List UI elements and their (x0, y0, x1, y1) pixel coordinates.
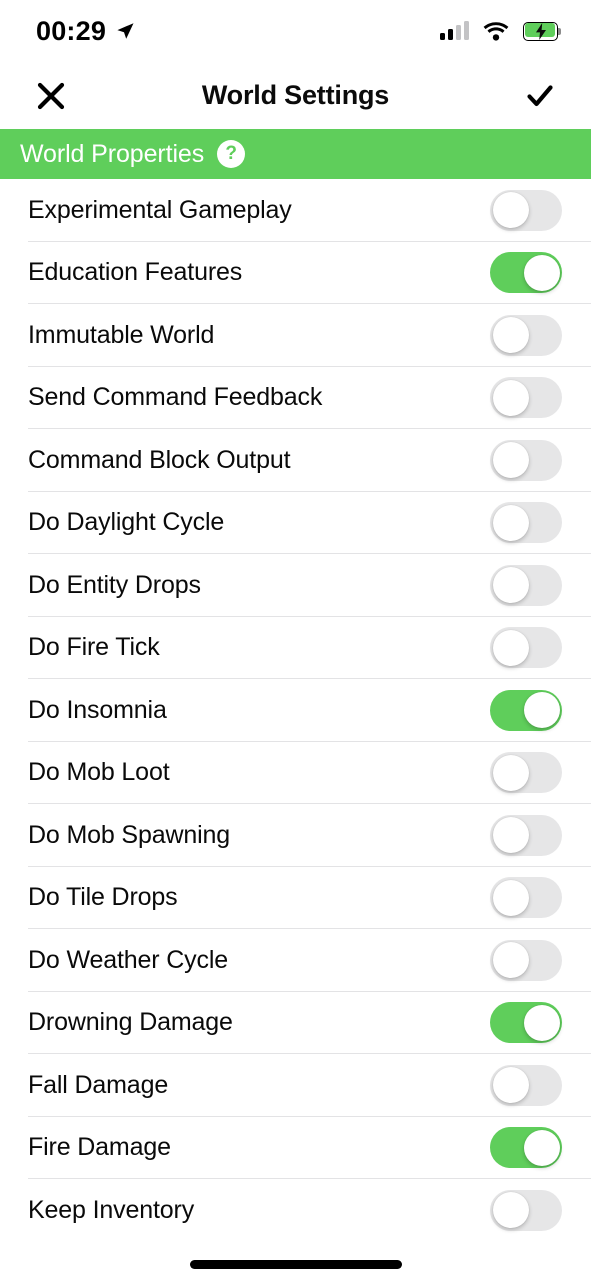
close-icon (37, 82, 65, 109)
settings-toggle[interactable] (490, 877, 562, 919)
section-header-world-properties: World Properties ? (0, 129, 591, 179)
status-bar: 00:29 (0, 0, 591, 62)
settings-row-label: Keep Inventory (28, 1195, 195, 1224)
settings-toggle[interactable] (490, 1127, 562, 1169)
status-bar-left: 00:29 (36, 16, 135, 47)
wifi-icon (483, 21, 509, 41)
settings-row-label: Do Daylight Cycle (28, 508, 225, 537)
settings-row-label: Do Entity Drops (28, 570, 201, 599)
home-indicator[interactable] (189, 1260, 402, 1269)
settings-toggle[interactable] (490, 377, 562, 419)
settings-row-label: Do Insomnia (28, 695, 167, 724)
toggle-knob (523, 1004, 560, 1041)
settings-row-label: Do Weather Cycle (28, 945, 228, 974)
settings-row[interactable]: Do Fire Tick (0, 616, 591, 679)
status-bar-right (440, 21, 561, 41)
toggle-knob (492, 379, 529, 416)
settings-row-label: Do Tile Drops (28, 883, 178, 912)
toggle-knob (492, 567, 529, 604)
status-time: 00:29 (36, 15, 107, 46)
settings-toggle[interactable] (490, 1064, 562, 1106)
page-title: World Settings (201, 80, 390, 110)
settings-row[interactable]: Keep Inventory (0, 1179, 591, 1242)
toggle-knob (492, 1067, 529, 1104)
charging-bolt-icon (536, 22, 546, 40)
toggle-knob (492, 879, 529, 916)
toggle-knob (523, 254, 560, 291)
settings-row-label: Command Block Output (28, 445, 291, 474)
confirm-button[interactable] (517, 73, 563, 119)
settings-row[interactable]: Do Mob Spawning (0, 804, 591, 867)
settings-row-label: Education Features (28, 258, 243, 287)
settings-row-label: Fall Damage (28, 1070, 169, 1099)
settings-row[interactable]: Do Insomnia (0, 679, 591, 742)
toggle-knob (492, 942, 529, 979)
phone-screen: 00:29 World Settings World Properties ? … (0, 0, 591, 1280)
settings-row[interactable]: Fire Damage (0, 1116, 591, 1179)
settings-row[interactable]: Do Daylight Cycle (0, 491, 591, 554)
settings-toggle[interactable] (490, 314, 562, 356)
cellular-signal-icon (440, 21, 469, 40)
settings-row[interactable]: Do Entity Drops (0, 554, 591, 617)
settings-toggle[interactable] (490, 1002, 562, 1044)
settings-row-label: Immutable World (28, 320, 215, 349)
help-icon[interactable]: ? (217, 140, 246, 168)
toggle-knob (492, 629, 529, 666)
settings-row-label: Do Mob Loot (28, 758, 170, 787)
toggle-knob (523, 1129, 560, 1166)
battery-charging-icon (523, 21, 561, 41)
navigation-bar: World Settings (0, 62, 591, 129)
toggle-knob (492, 504, 529, 541)
settings-toggle[interactable] (490, 627, 562, 669)
settings-list: Experimental Gameplay Education Features I… (0, 179, 591, 1242)
settings-toggle[interactable] (490, 752, 562, 794)
settings-row[interactable]: Drowning Damage (0, 991, 591, 1054)
settings-row[interactable]: Fall Damage (0, 1054, 591, 1117)
settings-row[interactable]: Command Block Output (0, 429, 591, 492)
settings-toggle[interactable] (490, 689, 562, 731)
settings-toggle[interactable] (490, 502, 562, 544)
settings-row[interactable]: Experimental Gameplay (0, 179, 591, 242)
toggle-knob (492, 754, 529, 791)
settings-row-label: Fire Damage (28, 1133, 171, 1162)
settings-row-label: Do Fire Tick (28, 633, 160, 662)
settings-toggle[interactable] (490, 439, 562, 481)
settings-toggle[interactable] (490, 939, 562, 981)
settings-row[interactable]: Do Mob Loot (0, 741, 591, 804)
settings-toggle[interactable] (490, 1189, 562, 1231)
settings-row-label: Drowning Damage (28, 1008, 233, 1037)
checkmark-icon (527, 84, 553, 106)
settings-row[interactable]: Education Features (0, 241, 591, 304)
section-title: World Properties (20, 139, 205, 168)
toggle-knob (492, 442, 529, 479)
settings-toggle[interactable] (490, 814, 562, 856)
settings-row[interactable]: Do Tile Drops (0, 866, 591, 929)
settings-row[interactable]: Immutable World (0, 304, 591, 367)
close-button[interactable] (28, 73, 74, 119)
settings-row-label: Do Mob Spawning (28, 820, 231, 849)
toggle-knob (492, 817, 529, 854)
settings-row-label: Experimental Gameplay (28, 195, 292, 224)
settings-toggle[interactable] (490, 189, 562, 231)
settings-toggle[interactable] (490, 252, 562, 294)
toggle-knob (492, 192, 529, 229)
settings-row[interactable]: Do Weather Cycle (0, 929, 591, 992)
toggle-knob (492, 317, 529, 354)
settings-row-label: Send Command Feedback (28, 383, 323, 412)
toggle-knob (492, 1192, 529, 1229)
location-arrow-icon (117, 23, 134, 39)
settings-row[interactable]: Send Command Feedback (0, 366, 591, 429)
toggle-knob (523, 692, 560, 729)
settings-toggle[interactable] (490, 564, 562, 606)
